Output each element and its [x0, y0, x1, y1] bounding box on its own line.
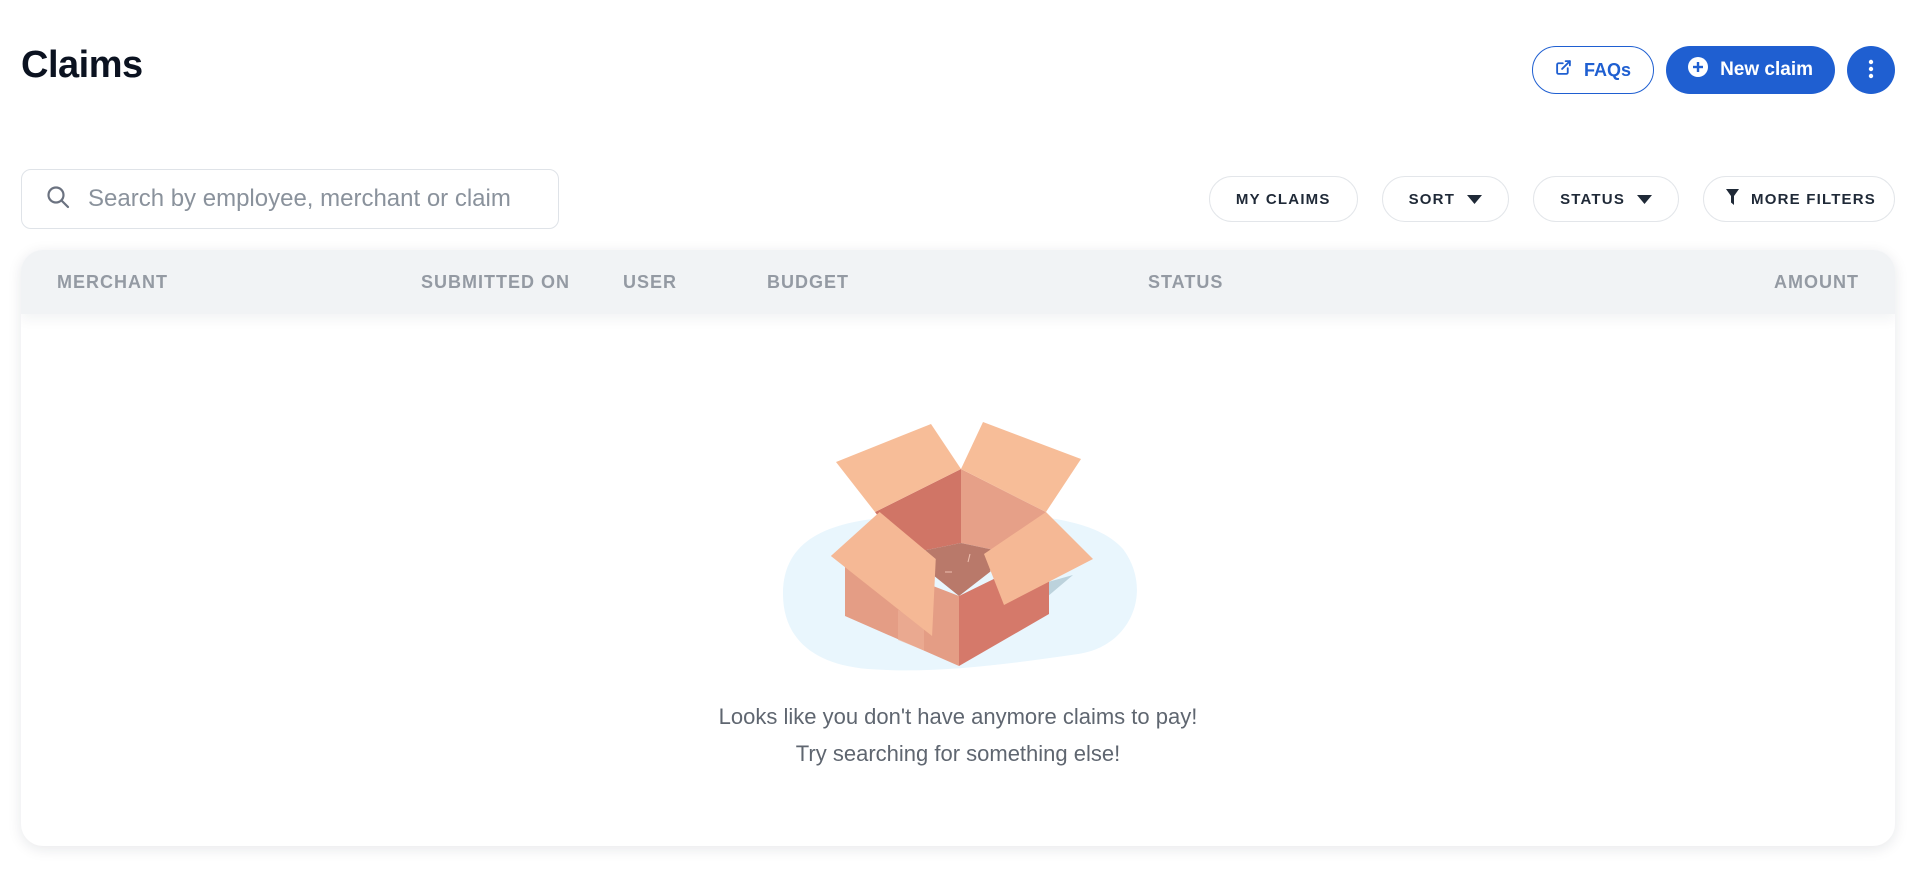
page-title: Claims [21, 44, 143, 86]
status-label: STATUS [1560, 190, 1626, 208]
more-actions-button[interactable] [1847, 46, 1895, 94]
column-status[interactable]: STATUS [1148, 272, 1223, 293]
my-claims-filter[interactable]: MY CLAIMS [1208, 176, 1358, 222]
filter-bar: MY CLAIMS SORT STATUS MORE FILTERS [1208, 176, 1895, 222]
claims-page: Claims FAQs New claim Search by employee… [0, 0, 1920, 886]
table-header: MERCHANT SUBMITTED ON USER BUDGET STATUS… [21, 250, 1895, 314]
status-dropdown[interactable]: STATUS [1533, 176, 1680, 222]
empty-state: Looks like you don't have anymore claims… [21, 384, 1895, 772]
funnel-icon [1726, 189, 1740, 209]
column-user[interactable]: USER [623, 272, 677, 293]
claims-table: MERCHANT SUBMITTED ON USER BUDGET STATUS… [21, 250, 1895, 846]
column-budget[interactable]: BUDGET [767, 272, 849, 293]
vertical-dots-icon [1868, 59, 1874, 82]
column-submitted-on[interactable]: SUBMITTED ON [421, 272, 570, 293]
search-input[interactable] [86, 184, 536, 214]
sort-dropdown[interactable]: SORT [1381, 176, 1510, 222]
caret-down-icon [1637, 191, 1653, 208]
external-link-icon [1555, 59, 1572, 81]
empty-state-hint: Try searching for something else! [795, 741, 1121, 766]
faqs-button-label: FAQs [1584, 59, 1632, 80]
search-box [21, 169, 559, 229]
more-filters-label: MORE FILTERS [1751, 190, 1876, 208]
search-icon [46, 185, 70, 214]
caret-down-icon [1467, 191, 1483, 208]
column-amount[interactable]: AMOUNT [1774, 272, 1859, 293]
empty-box-illustration [783, 422, 1137, 671]
plus-circle-icon [1688, 57, 1709, 83]
new-claim-button[interactable]: New claim [1666, 46, 1835, 94]
sort-label: SORT [1408, 190, 1456, 208]
empty-state-message: Looks like you don't have anymore claims… [718, 704, 1198, 729]
new-claim-button-label: New claim [1720, 59, 1813, 80]
header-actions: FAQs New claim [1532, 46, 1895, 94]
my-claims-label: MY CLAIMS [1235, 190, 1331, 208]
more-filters-button[interactable]: MORE FILTERS [1703, 176, 1895, 222]
faqs-button[interactable]: FAQs [1532, 46, 1655, 94]
column-merchant[interactable]: MERCHANT [57, 272, 168, 293]
